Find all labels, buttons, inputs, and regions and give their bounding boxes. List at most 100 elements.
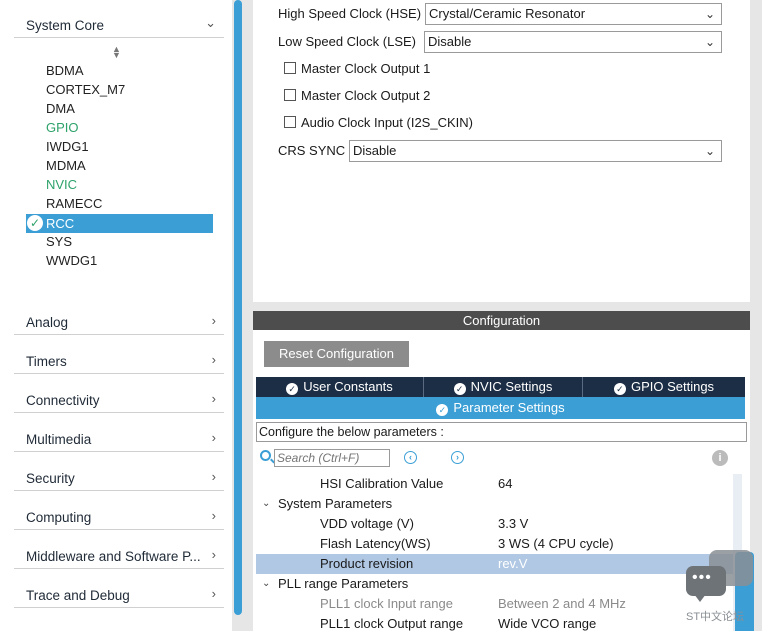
category-label: Trace and Debug: [26, 588, 130, 603]
param-value: 3.3 V: [498, 516, 529, 531]
parameter-tree: HSI Calibration Value 64 ⌄ System Parame…: [256, 474, 741, 631]
audio-clock-label: Audio Clock Input (I2S_CKIN): [301, 115, 473, 130]
search-input[interactable]: [274, 449, 390, 467]
chevron-right-icon: ›: [211, 352, 216, 367]
sort-icon[interactable]: ▲ ▼: [112, 45, 121, 60]
crs-sync-label: CRS SYNC: [278, 143, 346, 158]
next-match-icon[interactable]: ›: [451, 451, 464, 464]
chevron-right-icon: ›: [211, 586, 216, 601]
category-label: Multimedia: [26, 432, 92, 447]
peripheral-item-iwdg1[interactable]: IWDG1: [46, 137, 89, 156]
settings-tabs: ✓ User Constants ✓ NVIC Settings ✓ GPIO Set…: [256, 377, 745, 397]
hse-select[interactable]: Crystal/Ceramic Resonator ⌄: [425, 3, 722, 25]
search-icon: [260, 450, 271, 461]
param-row-flash-latency[interactable]: Flash Latency(WS) 3 WS (4 CPU cycle): [256, 534, 741, 554]
rcc-mode-panel: High Speed Clock (HSE) Crystal/Ceramic R…: [253, 0, 750, 302]
chevron-down-icon: ⌄: [205, 15, 216, 30]
info-icon[interactable]: i: [712, 450, 728, 466]
check-circle-icon: ✓: [613, 383, 626, 395]
previous-match-icon[interactable]: ‹: [404, 451, 417, 464]
mco1-label: Master Clock Output 1: [301, 61, 431, 76]
watermark-text: ST中文论坛: [686, 611, 745, 623]
param-value: 3 WS (4 CPU cycle): [498, 536, 614, 551]
peripheral-item-mdma[interactable]: MDMA: [46, 156, 86, 175]
category-label: Computing: [26, 510, 92, 525]
param-name: HSI Calibration Value: [320, 476, 444, 491]
category-label: Middleware and Software P...: [26, 549, 201, 564]
peripheral-label: RCC: [46, 216, 75, 231]
tab-parameter-settings[interactable]: ✓ Parameter Settings: [256, 397, 745, 419]
category-label: Security: [26, 471, 75, 486]
chevron-right-icon: ›: [211, 547, 216, 562]
category-analog[interactable]: Analog ›: [14, 297, 224, 335]
left-scrollbar[interactable]: [234, 0, 242, 615]
category-security[interactable]: Security ›: [14, 453, 224, 491]
peripheral-item-wwdg1[interactable]: WWDG1: [46, 251, 97, 270]
peripheral-item-cortex-m7[interactable]: CORTEX_M7: [46, 80, 125, 99]
group-pll-range-parameters[interactable]: ⌄ PLL range Parameters: [256, 574, 741, 594]
peripheral-item-nvic[interactable]: NVIC: [46, 175, 77, 194]
chevron-down-icon[interactable]: ⌄: [262, 494, 270, 514]
chevron-down-icon: ⌄: [704, 7, 715, 21]
lse-label: Low Speed Clock (LSE): [278, 34, 417, 49]
mco1-checkbox-row[interactable]: Master Clock Output 1: [284, 59, 430, 79]
forum-watermark: ST中文论坛: [684, 550, 756, 625]
tab-nvic-settings[interactable]: ✓ NVIC Settings: [424, 377, 583, 397]
category-connectivity[interactable]: Connectivity ›: [14, 375, 224, 413]
configuration-panel: Configuration Reset Configuration ✓ User …: [253, 311, 750, 631]
mco2-checkbox-row[interactable]: Master Clock Output 2: [284, 86, 430, 106]
category-middleware[interactable]: Middleware and Software P... ›: [14, 531, 224, 569]
category-multimedia[interactable]: Multimedia ›: [14, 414, 224, 452]
hse-select-value: Crystal/Ceramic Resonator: [429, 6, 586, 21]
param-name: Product revision: [320, 556, 414, 571]
check-circle-icon: ✓: [453, 383, 466, 395]
category-timers[interactable]: Timers ›: [14, 336, 224, 374]
group-label: PLL range Parameters: [278, 576, 409, 591]
configuration-header: Configuration: [253, 311, 750, 330]
lse-select[interactable]: Disable ⌄: [424, 31, 722, 53]
tab-gpio-settings[interactable]: ✓ GPIO Settings: [583, 377, 745, 397]
audio-clock-checkbox[interactable]: [284, 116, 296, 128]
param-name: VDD voltage (V): [320, 516, 414, 531]
chevron-right-icon: ›: [211, 313, 216, 328]
hse-label: High Speed Clock (HSE): [278, 6, 422, 21]
category-system-core[interactable]: System Core ⌄: [14, 0, 224, 38]
category-trace-debug[interactable]: Trace and Debug ›: [14, 570, 224, 608]
param-row-hsi-calibration[interactable]: HSI Calibration Value 64: [256, 474, 741, 494]
category-label: Connectivity: [26, 393, 100, 408]
category-computing[interactable]: Computing ›: [14, 492, 224, 530]
chevron-down-icon: ⌄: [704, 35, 715, 49]
chat-bubble-icon: [686, 566, 726, 596]
category-label: Timers: [26, 354, 67, 369]
crs-sync-select[interactable]: Disable ⌄: [349, 140, 722, 162]
mco2-checkbox[interactable]: [284, 89, 296, 101]
audio-clock-checkbox-row[interactable]: Audio Clock Input (I2S_CKIN): [284, 113, 473, 133]
category-label: System Core: [26, 18, 105, 33]
param-name: PLL1 clock Output range: [320, 616, 464, 631]
chevron-right-icon: ›: [211, 508, 216, 523]
param-row-product-revision[interactable]: Product revision rev.V: [256, 554, 741, 574]
mco1-checkbox[interactable]: [284, 62, 296, 74]
tab-label: User Constants: [303, 379, 393, 394]
peripheral-item-ramecc[interactable]: RAMECC: [46, 194, 102, 213]
chevron-right-icon: ›: [211, 430, 216, 445]
peripheral-item-gpio[interactable]: GPIO: [46, 118, 79, 137]
crs-select-value: Disable: [353, 143, 397, 158]
param-row-vdd-voltage[interactable]: VDD voltage (V) 3.3 V: [256, 514, 741, 534]
param-row-pll1-output-range[interactable]: PLL1 clock Output range Wide VCO range: [256, 614, 741, 631]
peripheral-item-rcc[interactable]: ✓ RCC: [26, 214, 213, 233]
tab-label: NVIC Settings: [470, 379, 553, 394]
param-value: rev.V: [498, 556, 528, 571]
group-label: System Parameters: [278, 496, 393, 511]
param-row-pll1-input-range[interactable]: PLL1 clock Input range Between 2 and 4 M…: [256, 594, 741, 614]
mco2-label: Master Clock Output 2: [301, 88, 431, 103]
chevron-right-icon: ›: [211, 469, 216, 484]
peripheral-item-dma[interactable]: DMA: [46, 99, 75, 118]
peripheral-item-bdma[interactable]: BDMA: [46, 61, 84, 80]
peripheral-item-sys[interactable]: SYS: [46, 232, 72, 251]
chevron-down-icon[interactable]: ⌄: [262, 574, 270, 594]
group-system-parameters[interactable]: ⌄ System Parameters: [256, 494, 741, 514]
tab-user-constants[interactable]: ✓ User Constants: [256, 377, 424, 397]
reset-configuration-button[interactable]: Reset Configuration: [264, 341, 409, 367]
check-circle-icon: ✓: [286, 383, 299, 395]
